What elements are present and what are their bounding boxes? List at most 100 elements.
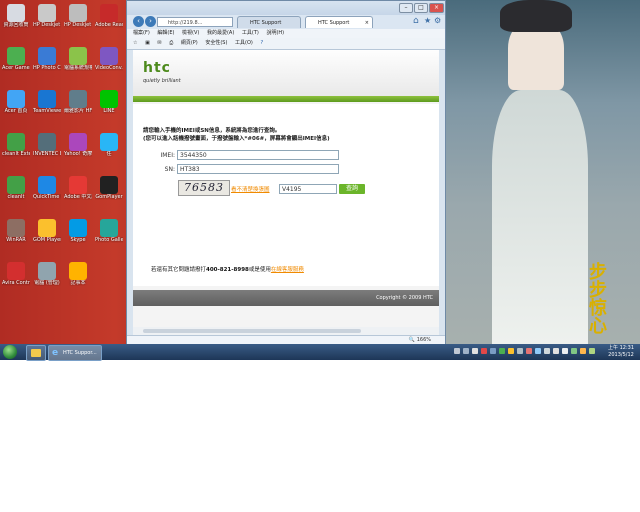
add-favorites-icon[interactable]: ☆	[133, 40, 137, 46]
desktop-icon[interactable]: 電腦 (管理)	[33, 262, 61, 292]
desktop-icon-label: Skype	[70, 237, 86, 243]
command-page[interactable]: 網頁(P)	[181, 40, 198, 46]
explorer-taskbar-button[interactable]	[26, 345, 46, 361]
desktop-icon[interactable]: Avira Control	[2, 262, 30, 292]
back-icon[interactable]: ‹	[133, 16, 144, 27]
desktop-icon-label: LINE	[103, 108, 115, 114]
query-button[interactable]: 查詢	[339, 184, 365, 194]
desktop-icon[interactable]: Adobe 中文版 -電腦	[64, 176, 92, 206]
online-support-link[interactable]: 在線客服服務	[271, 267, 304, 273]
ie-taskbar-button[interactable]: e HTC Suppor...	[48, 345, 102, 361]
horizontal-scrollbar[interactable]	[133, 327, 439, 335]
help-icon[interactable]: ?	[260, 40, 263, 46]
close-tab-icon[interactable]: ×	[365, 17, 369, 29]
desktop-icon[interactable]: GOM Player	[33, 219, 61, 249]
maximize-button[interactable]: □	[414, 3, 428, 13]
desktop-icon-label: Adobe 中文版 -電腦	[64, 194, 92, 200]
green-banner	[133, 96, 439, 102]
forward-icon[interactable]: ›	[145, 16, 156, 27]
desktop-icon[interactable]: 資源回收筒	[2, 4, 30, 34]
desktop-icon[interactable]: TeamViewer 8	[33, 90, 61, 120]
clock[interactable]: 上午 12:31 2013/5/12	[604, 345, 638, 359]
tray-icon[interactable]	[535, 348, 541, 354]
tray-icon[interactable]	[472, 348, 478, 354]
tray-icon[interactable]	[481, 348, 487, 354]
nav-bar: ‹ › http://219.8... HTC Support HTC Supp…	[127, 15, 445, 29]
menu-file[interactable]: 檔案(F)	[133, 30, 150, 36]
desktop-icon-label: Yahoo! 奇摩 即時通	[64, 151, 92, 157]
desktop-icon[interactable]: HP Deskjet 2000 J21...	[33, 4, 61, 34]
tray-icon[interactable]	[544, 348, 550, 354]
captcha-input[interactable]: V4195	[279, 184, 337, 194]
print-icon[interactable]: ⎙	[169, 40, 173, 46]
menu-view[interactable]: 檢視(V)	[182, 30, 199, 36]
desktop-icon[interactable]: Adobe Reader X	[95, 4, 123, 34]
desktop-icon[interactable]: VideoConv...	[95, 47, 123, 77]
desktop-icon[interactable]: cleanIt External	[2, 133, 30, 163]
desktop-icon[interactable]: QuickTime Player	[33, 176, 61, 206]
menu-help[interactable]: 說明(H)	[266, 30, 284, 36]
tray-icon[interactable]	[508, 348, 514, 354]
tray-icon[interactable]	[517, 348, 523, 354]
desktop-icon[interactable]: 任	[95, 133, 123, 163]
network-icon[interactable]	[553, 348, 559, 354]
desktop-icon[interactable]: HP Deskjet 2000 J21...	[64, 4, 92, 34]
zoom-level[interactable]: 🔍 166%	[409, 337, 431, 343]
desktop-icon[interactable]: 爾雅影片 HFCD格...	[64, 90, 92, 120]
zoom-value: 166%	[416, 337, 431, 343]
favorites-star-icon[interactable]: ★	[424, 16, 431, 25]
desktop-icon[interactable]: 記事本	[64, 262, 92, 292]
title-bar[interactable]: – □ ×	[127, 1, 445, 15]
volume-icon[interactable]	[562, 348, 568, 354]
home-icon[interactable]: ⌂	[413, 16, 419, 26]
desktop-icon[interactable]: Acer 首頁	[2, 90, 30, 120]
desktop-icon[interactable]: LINE	[95, 90, 123, 120]
tray-icon[interactable]	[580, 348, 586, 354]
app-icon	[38, 90, 56, 108]
app-icon	[69, 4, 87, 22]
tray-icon[interactable]	[490, 348, 496, 354]
app-icon	[38, 219, 56, 237]
desktop-icon[interactable]: Photo Gallery	[95, 219, 123, 249]
tray-icon[interactable]	[499, 348, 505, 354]
feeds-icon[interactable]: ▣	[145, 40, 150, 46]
sn-input[interactable]: HT383	[177, 164, 339, 174]
command-safety[interactable]: 安全性(S)	[205, 40, 227, 46]
desktop-icon[interactable]: HP Photo Creations	[33, 47, 61, 77]
desktop-icon[interactable]: Yahoo! 奇摩 即時通	[64, 133, 92, 163]
app-icon	[38, 47, 56, 65]
desktop-icon[interactable]: WinRAR	[2, 219, 30, 249]
menu-favorites[interactable]: 我的最愛(A)	[207, 30, 234, 36]
tray-icon[interactable]	[463, 348, 469, 354]
address-bar[interactable]: http://219.8...	[157, 17, 233, 27]
tab-htc-support-2[interactable]: HTC Support ×	[305, 16, 373, 28]
command-bar: ☆ ▣ ✉ ⎙ 網頁(P) 安全性(S) 工具(O) ?	[127, 38, 445, 50]
minimize-button[interactable]: –	[399, 3, 413, 13]
taskbar: e HTC Suppor... 上午 12:31 2013/5/12	[0, 344, 640, 361]
desktop-icon[interactable]: 電腦系統規格 檢查工具	[64, 47, 92, 77]
desktop-icon[interactable]: GomPlayer	[95, 176, 123, 206]
refresh-captcha-link[interactable]: 看不清楚換張圖	[231, 185, 270, 193]
tray-icon[interactable]	[526, 348, 532, 354]
start-button[interactable]	[3, 345, 17, 359]
desktop-icon-label: QuickTime Player	[33, 194, 61, 200]
tray-icon[interactable]	[589, 348, 595, 354]
menu-tools[interactable]: 工具(T)	[242, 30, 259, 36]
desktop-icon[interactable]: Skype	[64, 219, 92, 249]
tray-icon[interactable]	[571, 348, 577, 354]
close-button[interactable]: ×	[429, 3, 444, 13]
tray-icon[interactable]	[454, 348, 460, 354]
desktop-icon[interactable]: cleanIt	[2, 176, 30, 206]
tab-htc-support-1[interactable]: HTC Support	[237, 16, 301, 28]
menu-edit[interactable]: 編輯(E)	[157, 30, 174, 36]
mail-icon[interactable]: ✉	[157, 40, 161, 46]
settings-gear-icon[interactable]: ⚙	[434, 16, 441, 25]
app-icon	[38, 133, 56, 151]
scrollbar-thumb[interactable]	[143, 329, 361, 333]
imei-input[interactable]: 3544350	[177, 150, 339, 160]
desktop-icon[interactable]: Acer Games	[2, 47, 30, 77]
desktop-icon[interactable]: INVENTEC ECOPAGE...	[33, 133, 61, 163]
command-tools[interactable]: 工具(O)	[235, 40, 253, 46]
app-icon	[38, 262, 56, 280]
desktop-icon-label: 電腦 (管理)	[34, 280, 60, 286]
